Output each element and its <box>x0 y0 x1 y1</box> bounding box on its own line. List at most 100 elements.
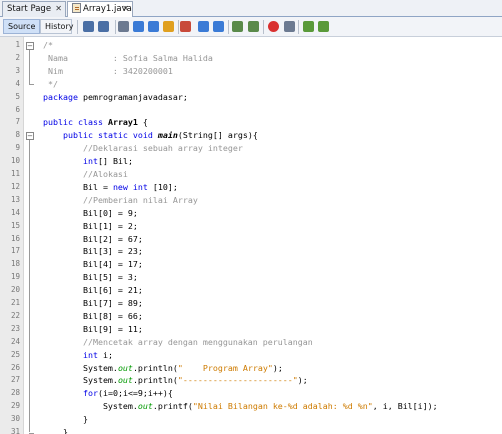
line-number: 27 <box>10 375 20 385</box>
fold-toggle-icon[interactable]: − <box>26 131 34 140</box>
code-token: //Pemberian nilai Array <box>82 194 198 205</box>
code-token: .println( <box>132 362 178 373</box>
line-number: 6 <box>15 104 20 114</box>
line-number: 14 <box>10 207 20 217</box>
tab-array1-java[interactable]: Array1.java ✕ <box>67 1 133 17</box>
code-line: 7 public class Array1 { <box>0 116 502 129</box>
code-line: 3 Nim : 3420200001 <box>0 65 502 78</box>
code-text[interactable]: //Mencetak array dengan menggunakan peru… <box>43 336 313 349</box>
code-text[interactable]: System.out.println(" Program Array"); <box>43 362 283 375</box>
code-text[interactable]: public static void main(String[] args){ <box>43 129 258 142</box>
code-text[interactable]: Bil[1] = 2; <box>43 220 138 233</box>
code-line: 30 } <box>0 413 502 426</box>
code-text[interactable]: Bil[2] = 67; <box>43 233 143 246</box>
code-line: 26 System.out.println(" Program Array"); <box>0 362 502 375</box>
code-line: 2 Nama : Sofia Salma Halida <box>0 52 502 65</box>
code-line: 10 int[] Bil; <box>0 155 502 168</box>
code-line: 13 //Pemberian nilai Array <box>0 194 502 207</box>
toggle-bookmark-icon[interactable] <box>180 21 191 32</box>
code-token: new int <box>112 181 148 192</box>
code-editor[interactable]: 1/* 2 Nama : Sofia Salma Halida 3 Nim : 34… <box>0 37 502 434</box>
code-text[interactable]: */ <box>43 78 58 91</box>
line-number: 28 <box>10 388 20 398</box>
shift-left-icon[interactable] <box>232 21 243 32</box>
line-number: 19 <box>10 272 20 282</box>
code-text[interactable]: Bil = new int [10]; <box>43 181 178 194</box>
code-text[interactable]: public class Array1 { <box>43 116 148 129</box>
code-line: 18 Bil[4] = 17; <box>0 258 502 271</box>
code-text[interactable]: Bil[6] = 21; <box>43 284 143 297</box>
shift-right-icon[interactable] <box>248 21 259 32</box>
line-number: 20 <box>10 285 20 295</box>
code-text[interactable]: for(i=0;i<=9;i++){ <box>43 387 173 400</box>
code-text[interactable]: Bil[4] = 17; <box>43 258 143 271</box>
close-icon[interactable]: ✕ <box>122 2 129 16</box>
toggle-highlight-icon[interactable] <box>163 21 174 32</box>
code-text[interactable]: } <box>43 426 68 434</box>
next-occurrence-icon[interactable] <box>148 21 159 32</box>
find-icon[interactable] <box>118 21 129 32</box>
line-number: 18 <box>10 259 20 269</box>
stop-macro-icon[interactable] <box>284 21 295 32</box>
code-text[interactable]: System.out.printf("Nilai Bilangan ke-%d … <box>43 400 438 413</box>
java-file-icon <box>72 3 81 13</box>
code-text[interactable]: Bil[8] = 66; <box>43 310 143 323</box>
prev-occurrence-icon[interactable] <box>133 21 144 32</box>
line-number: 15 <box>10 220 20 230</box>
code-text[interactable]: Bil[9] = 11; <box>43 323 143 336</box>
code-text[interactable]: int i; <box>43 349 113 362</box>
code-token: Bil[9] = 11; <box>43 323 143 334</box>
prev-bookmark-icon[interactable] <box>198 21 209 32</box>
code-token: Nama : Sofia Salma Halida <box>43 52 213 63</box>
comment-icon[interactable] <box>303 21 314 32</box>
code-token: "----------------------" <box>177 375 298 386</box>
code-text[interactable]: int[] Bil; <box>43 155 133 168</box>
code-token: out <box>117 375 133 386</box>
code-token: pemrogramanjavadasar; <box>77 91 188 102</box>
history-button[interactable]: History <box>40 19 73 34</box>
code-token: Bil[1] = 2; <box>43 220 138 231</box>
code-token: ); <box>272 362 283 373</box>
forward-icon[interactable] <box>98 21 109 32</box>
fold-guide <box>29 139 30 433</box>
close-icon[interactable]: ✕ <box>55 2 62 16</box>
code-text[interactable]: Bil[0] = 9; <box>43 207 138 220</box>
line-number: 5 <box>15 91 20 101</box>
code-token: out <box>137 401 153 412</box>
fold-toggle-icon[interactable]: − <box>26 41 34 50</box>
code-text[interactable]: //Deklarasi sebuah array integer <box>43 142 243 155</box>
code-text[interactable]: package pemrogramanjavadasar; <box>43 91 188 104</box>
code-text[interactable]: Nama : Sofia Salma Halida <box>43 52 213 65</box>
code-token: i; <box>97 349 113 360</box>
code-text[interactable]: Nim : 3420200001 <box>43 65 173 78</box>
code-text[interactable]: Bil[3] = 23; <box>43 245 143 258</box>
line-number: 25 <box>10 349 20 359</box>
code-token: */ <box>43 78 58 89</box>
code-token: int <box>82 349 98 360</box>
tab-start-page[interactable]: Start Page ✕ <box>2 1 66 17</box>
code-token: Array1 <box>102 117 138 128</box>
code-line: 23 Bil[9] = 11; <box>0 323 502 336</box>
line-number: 23 <box>10 323 20 333</box>
start-macro-icon[interactable] <box>268 21 279 32</box>
code-text[interactable]: Bil[5] = 3; <box>43 271 138 284</box>
next-bookmark-icon[interactable] <box>213 21 224 32</box>
code-line: 5 package pemrogramanjavadasar; <box>0 91 502 104</box>
code-text[interactable]: System.out.println("--------------------… <box>43 374 308 387</box>
code-text[interactable]: //Alokasi <box>43 168 128 181</box>
code-token: { <box>137 117 148 128</box>
code-text[interactable]: } <box>43 413 88 426</box>
back-icon[interactable] <box>83 21 94 32</box>
code-text[interactable]: Bil[7] = 89; <box>43 297 143 310</box>
code-line: 25 int i; <box>0 349 502 362</box>
code-text[interactable]: //Pemberian nilai Array <box>43 194 198 207</box>
line-number: 3 <box>15 65 20 75</box>
code-token: out <box>117 362 133 373</box>
source-button[interactable]: Source <box>3 19 40 34</box>
uncomment-icon[interactable] <box>318 21 329 32</box>
code-text[interactable]: /* <box>43 39 53 52</box>
line-number: 8 <box>15 130 20 140</box>
